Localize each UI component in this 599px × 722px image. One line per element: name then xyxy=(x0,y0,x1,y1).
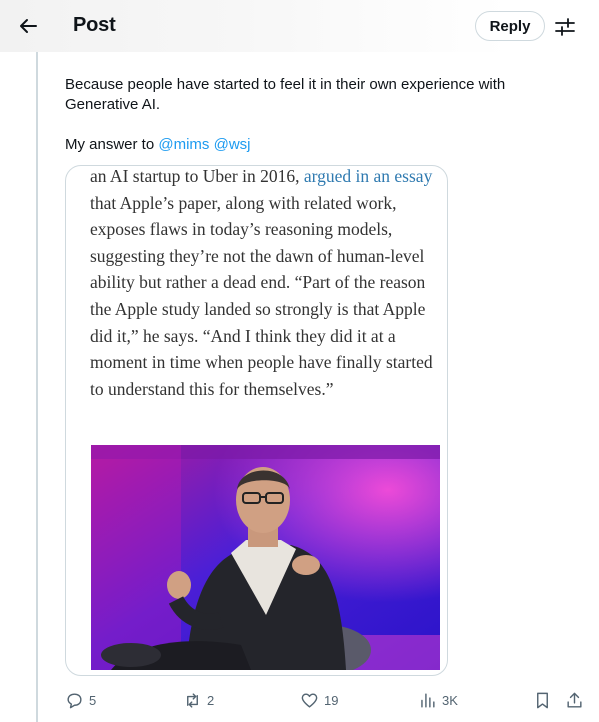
article-excerpt: an AI startup to Uber in 2016, argued in… xyxy=(90,166,440,402)
thread-line xyxy=(36,52,38,722)
views-action[interactable]: 3K xyxy=(418,686,458,714)
attached-image-card[interactable]: an AI startup to Uber in 2016, argued in… xyxy=(65,165,448,676)
action-bar: 5 2 19 3K xyxy=(0,686,599,714)
excerpt-text: that Apple’s paper, along with related w… xyxy=(90,192,433,399)
back-arrow-icon xyxy=(20,19,37,33)
repost-action[interactable]: 2 xyxy=(183,686,214,714)
reply-button[interactable]: Reply xyxy=(475,11,545,41)
post-text: Because people have started to feel it i… xyxy=(65,76,506,113)
views-count: 3K xyxy=(442,692,458,708)
mention-link[interactable]: @mims xyxy=(158,136,209,153)
top-bar: Post Reply xyxy=(0,0,599,52)
like-icon xyxy=(301,692,318,708)
answer-prefix: My answer to xyxy=(65,136,155,153)
answer-line: My answer to @mims @wsj xyxy=(65,135,251,155)
reply-count: 5 xyxy=(89,692,97,708)
mention-link[interactable]: @wsj xyxy=(214,136,251,153)
views-icon xyxy=(421,692,435,708)
repost-icon xyxy=(187,692,198,708)
share-action[interactable] xyxy=(565,686,584,714)
page-title: Post xyxy=(73,14,116,36)
excerpt-text: an AI startup to Uber in 2016, xyxy=(90,166,304,186)
excerpt-link: argued in an essay xyxy=(303,166,433,186)
like-count: 19 xyxy=(324,692,339,708)
reply-icon xyxy=(67,692,82,708)
tune-icon[interactable] xyxy=(553,15,577,39)
reply-action[interactable]: 5 xyxy=(65,686,96,714)
share-icon xyxy=(567,692,582,708)
repost-count: 2 xyxy=(207,692,215,708)
bookmark-icon xyxy=(537,692,548,708)
speaker-photo xyxy=(91,445,440,670)
like-action[interactable]: 19 xyxy=(300,686,338,714)
bookmark-action[interactable] xyxy=(533,686,552,714)
back-button[interactable] xyxy=(10,8,46,44)
